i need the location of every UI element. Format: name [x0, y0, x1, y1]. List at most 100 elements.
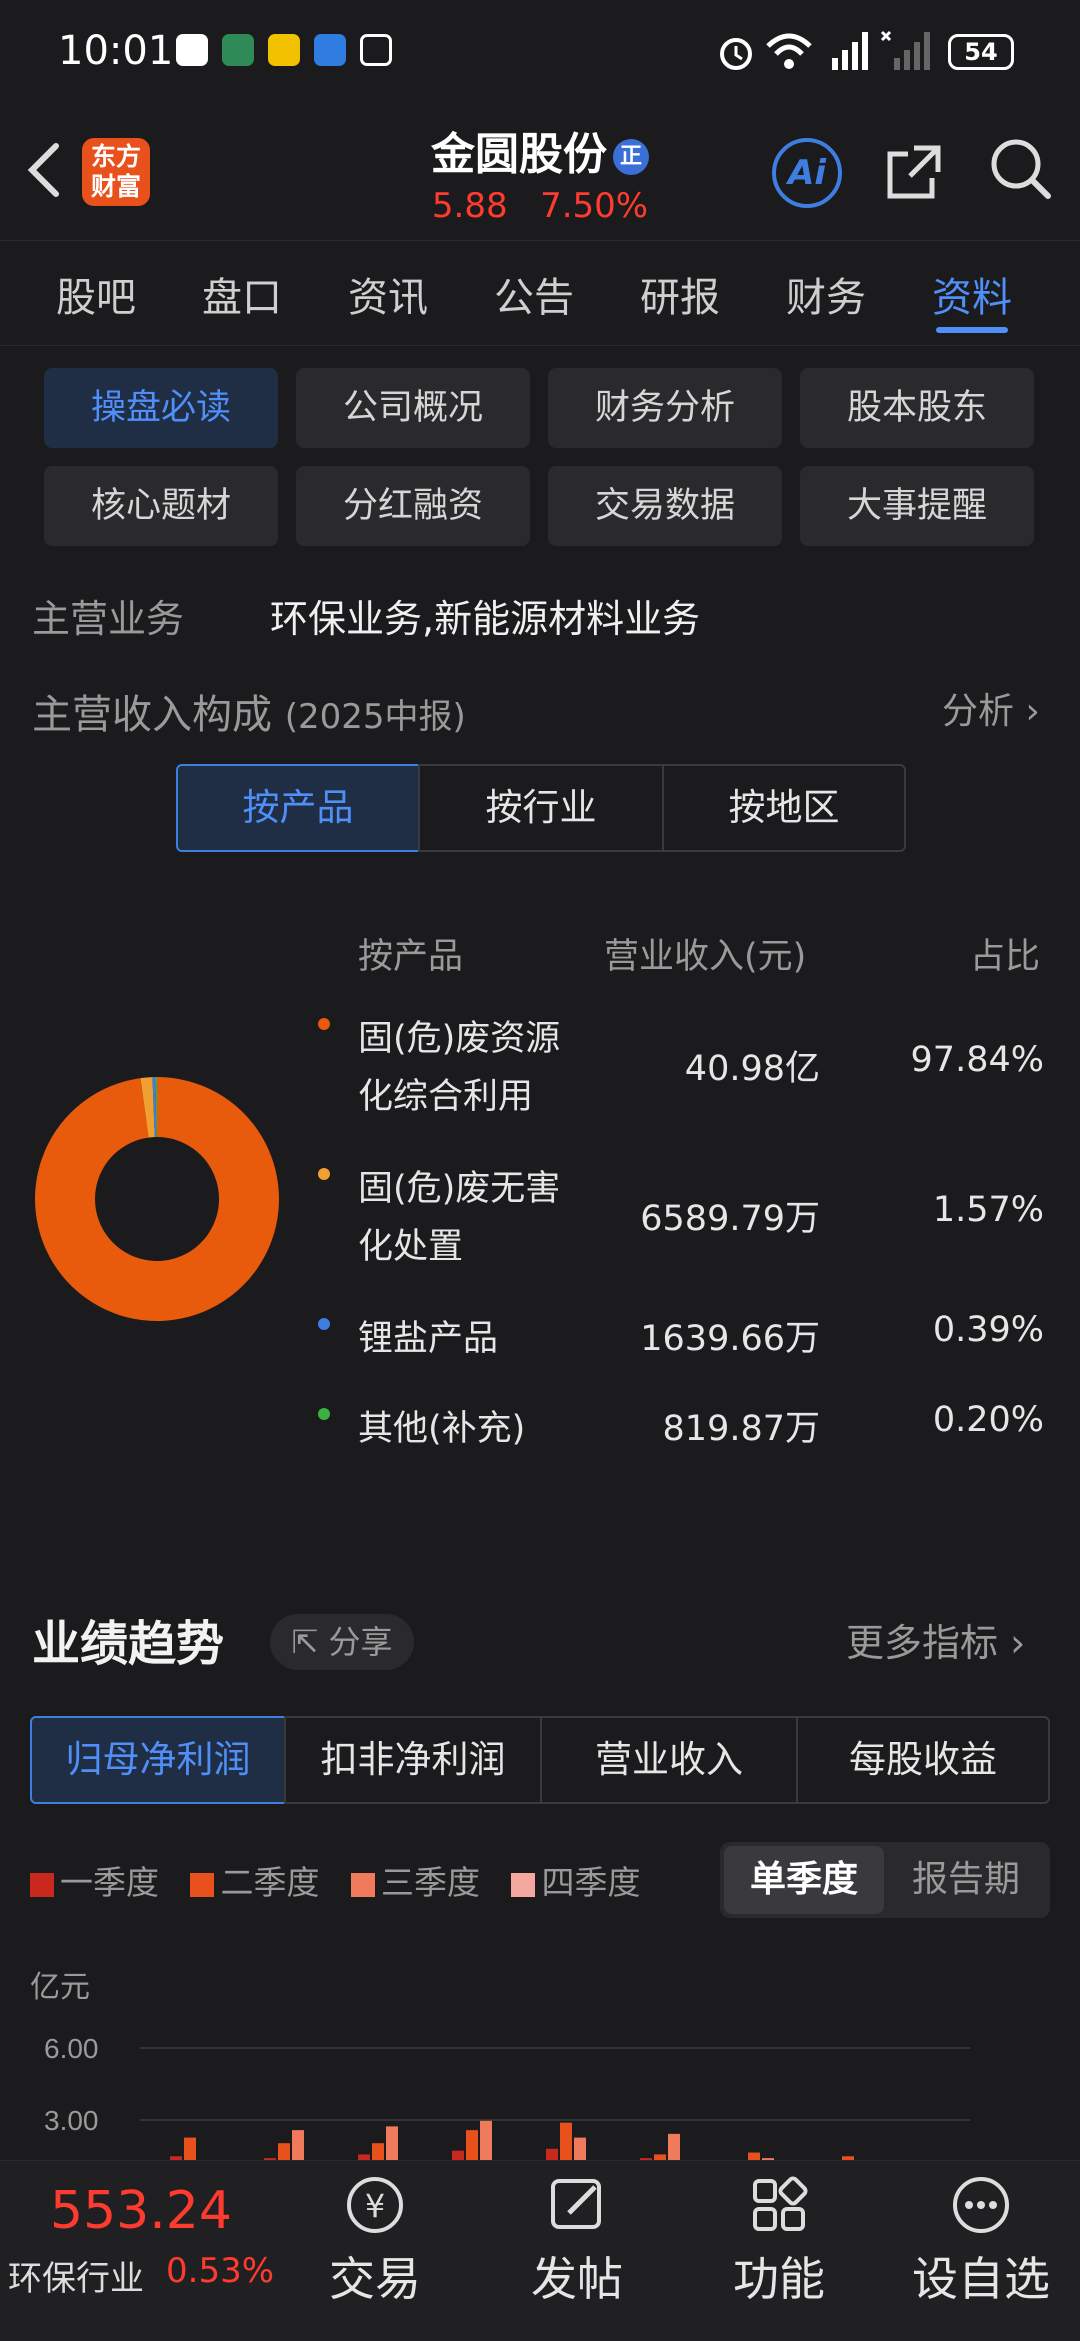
price-change: 7.50% [540, 186, 649, 226]
bar-三季度-5 [668, 2133, 680, 2160]
trend-tab-eps[interactable]: 每股收益 [796, 1716, 1050, 1804]
legend-q2: 二季度 [190, 1863, 319, 1902]
battery-indicator: 54 [948, 34, 1014, 70]
main-business-value: 环保业务,新能源材料业务 [270, 597, 701, 641]
trend-tab-net-profit[interactable]: 归母净利润 [30, 1716, 286, 1804]
trend-tab-deducted-profit[interactable]: 扣非净利润 [284, 1716, 542, 1804]
add-watchlist-label: 设自选 [912, 2252, 1050, 2306]
search-icon[interactable] [988, 136, 1054, 202]
tab-ziliao[interactable]: 资料 [932, 265, 1012, 323]
trade-button[interactable]: ¥ 交易 [300, 2173, 450, 2309]
tab-guba[interactable]: 股吧 [56, 265, 136, 323]
shield-icon [314, 34, 346, 66]
more-indicators-link[interactable]: 更多指标 › [846, 1612, 1025, 1667]
y-tick-label: 3.00 [44, 2105, 99, 2136]
chart-unit: 亿元 [30, 1970, 90, 2005]
tab-gonggao[interactable]: 公告 [494, 265, 574, 323]
row-name: 化综合利用 [358, 1077, 534, 1117]
legend-dot [318, 1168, 330, 1180]
trend-bar-chart: 6.00 3.00 [44, 2033, 970, 2160]
index-value[interactable]: 553.24 [50, 2181, 232, 2241]
row-amount: 1639.66万 [640, 1319, 820, 1359]
row-amount: 40.98亿 [684, 1049, 820, 1089]
bar-一季度-4 [546, 2148, 558, 2160]
bar-三季度-4 [574, 2137, 586, 2160]
nfc-icon [360, 34, 392, 66]
revenue-donut-chart [35, 1077, 280, 1321]
ai-button[interactable]: Ai [772, 138, 842, 208]
status-time: 10:01 [58, 28, 174, 74]
legend-q1: 一季度 [30, 1863, 159, 1902]
revenue-title-text: 主营收入构成 [32, 692, 272, 738]
toggle-report-period[interactable]: 报告期 [886, 1846, 1046, 1914]
segment-product[interactable]: 按产品 [176, 764, 420, 852]
industry-change: 0.53% [166, 2251, 275, 2291]
wifi-icon [766, 33, 812, 69]
bar-一季度-3 [452, 2150, 464, 2160]
analyze-link[interactable]: 分析 › [942, 682, 1040, 734]
industry-name[interactable]: 环保行业 [8, 2251, 144, 2300]
header-revenue: 营业收入(元) [604, 937, 807, 977]
subnav-fenhong[interactable]: 分红融资 [296, 466, 530, 546]
share-small-icon: ⇱ [291, 1623, 319, 1661]
tab-yanbao[interactable]: 研报 [640, 265, 720, 323]
more-icon [953, 2177, 1009, 2233]
function-label: 功能 [733, 2252, 825, 2306]
y-tick-label: 6.00 [44, 2033, 99, 2064]
header-product: 按产品 [358, 937, 464, 977]
more-indicators-label: 更多指标 [846, 1621, 999, 1665]
function-button[interactable]: 功能 [704, 2173, 854, 2309]
legend-dot [318, 1318, 330, 1330]
bar-三季度-3 [480, 2120, 492, 2160]
donut-slice-0[interactable] [35, 1077, 280, 1321]
row-amount: 6589.79万 [640, 1199, 820, 1239]
row-ratio: 0.39% [932, 1310, 1044, 1350]
header-ratio: 占比 [970, 937, 1041, 977]
top-tabs: 股吧 盘口 资讯 公告 研报 财务 资料 [0, 240, 1080, 346]
subnav-caiwufenxi[interactable]: 财务分析 [548, 368, 782, 448]
stock-name: 金圆股份 [431, 129, 607, 180]
subnav-caopan[interactable]: 操盘必读 [44, 368, 278, 448]
app-notification-icon [222, 34, 254, 66]
quarter-legend: 一季度 二季度 三季度 四季度 [30, 1856, 640, 1904]
alarm-icon [720, 38, 752, 70]
bar-二季度-1 [278, 2143, 290, 2160]
active-tab-indicator [936, 327, 1008, 333]
trend-tab-revenue[interactable]: 营业收入 [540, 1716, 798, 1804]
legend-dot [318, 1408, 330, 1420]
segment-industry[interactable]: 按行业 [418, 764, 664, 852]
row-ratio: 0.20% [932, 1400, 1044, 1440]
grid-icon [753, 2176, 808, 2231]
bottom-bar: 553.24 环保行业 0.53% ¥ 交易 发帖 功能 设自选 [0, 2160, 1080, 2341]
subnav-guben[interactable]: 股本股东 [800, 368, 1034, 448]
row-name: 固(危)废资源 [358, 1019, 561, 1059]
legend-q4: 四季度 [511, 1863, 640, 1902]
bar-三季度-2 [386, 2126, 398, 2160]
period-toggle: 单季度 报告期 [720, 1842, 1050, 1918]
subnav-jiaoyi[interactable]: 交易数据 [548, 466, 782, 546]
bar-二季度-3 [466, 2130, 478, 2160]
tab-caiwu[interactable]: 财务 [786, 265, 866, 323]
subnav-ticai[interactable]: 核心题材 [44, 466, 278, 546]
zheng-badge: 正 [613, 139, 649, 175]
bar-三季度-1 [292, 2130, 304, 2160]
chevron-right-icon: › [1025, 691, 1040, 732]
bar-二季度-0 [184, 2137, 196, 2160]
analyze-label: 分析 [942, 691, 1015, 732]
post-button[interactable]: 发帖 [502, 2173, 652, 2309]
tab-pankou[interactable]: 盘口 [202, 265, 282, 323]
segment-region[interactable]: 按地区 [662, 764, 906, 852]
row-name: 固(危)废无害 [358, 1169, 561, 1209]
status-bar: 10:01 54 [0, 0, 1080, 100]
share-icon[interactable] [884, 140, 946, 202]
app-notification-icon [176, 34, 208, 66]
main-business-label: 主营业务 [32, 597, 185, 641]
subnav-dashi[interactable]: 大事提醒 [800, 466, 1034, 546]
chevron-right-icon: › [1010, 1621, 1026, 1665]
subnav-gaikuang[interactable]: 公司概况 [296, 368, 530, 448]
toggle-single-quarter[interactable]: 单季度 [724, 1846, 884, 1914]
add-watchlist-button[interactable]: 设自选 [906, 2173, 1056, 2309]
tab-zixun[interactable]: 资讯 [348, 265, 428, 323]
share-button[interactable]: ⇱ 分享 [270, 1614, 414, 1670]
row-ratio: 97.84% [910, 1040, 1044, 1080]
